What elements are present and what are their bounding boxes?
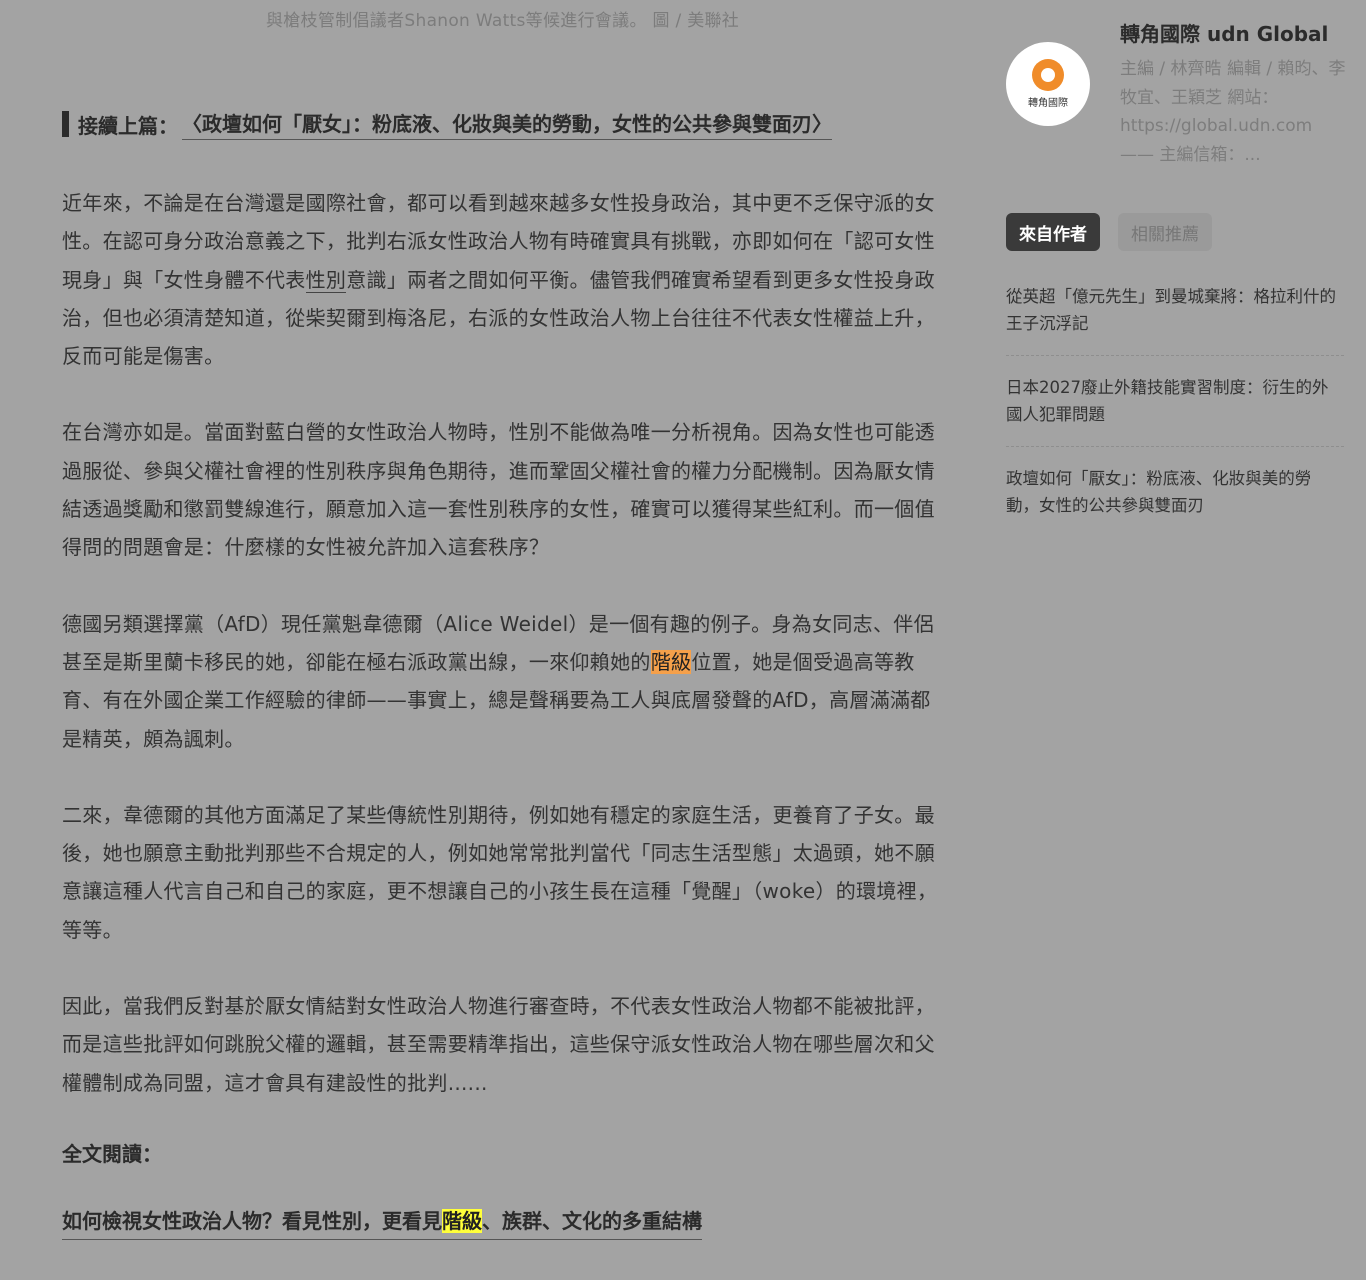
full-article-link[interactable]: 如何檢視女性政治人物？看見性別，更看見階級、族群、文化的多重結構: [62, 1206, 702, 1240]
author-card: 轉角國際 轉角國際 udn Global 主編 / 林齊晧 編輯 / 賴昀、李牧…: [1006, 14, 1346, 169]
author-name[interactable]: 轉角國際 udn Global: [1120, 18, 1346, 47]
list-item[interactable]: 日本2027廢止外籍技能實習制度：衍生的外國人犯罪問題: [1006, 356, 1344, 447]
highlighted-keyword-link: 階級: [442, 1208, 482, 1233]
gender-link[interactable]: 性別: [305, 267, 347, 293]
author-info: 轉角國際 udn Global 主編 / 林齊晧 編輯 / 賴昀、李牧宜、王穎芝…: [1120, 14, 1346, 169]
author-description: 主編 / 林齊晧 編輯 / 賴昀、李牧宜、王穎芝 網站：https://glob…: [1120, 59, 1346, 165]
read-full-label: 全文閱讀：: [62, 1141, 162, 1166]
list-item[interactable]: 政壇如何「厭女」：粉底液、化妝與美的勞動，女性的公共參與雙面刃: [1006, 447, 1344, 537]
paragraph-2: 在台灣亦如是。當面對藍白營的女性政治人物時，性別不能做為唯一分析視角。因為女性也…: [62, 420, 935, 560]
section-bar-icon: [62, 111, 69, 137]
previous-article-link[interactable]: 〈政壇如何「厭女」：粉底液、化妝與美的勞動，女性的公共參與雙面刃〉: [182, 108, 832, 140]
previous-article-line: 接續上篇： 〈政壇如何「厭女」：粉底液、化妝與美的勞動，女性的公共參與雙面刃〉: [62, 108, 938, 140]
image-caption: 與槍枝管制倡議者Shanon Watts等候進行會議。 圖 / 美聯社: [266, 11, 740, 31]
list-item[interactable]: 從英超「億元先生」到曼城棄將：格拉利什的王子沉浮記: [1006, 265, 1344, 356]
tab-from-author[interactable]: 來自作者: [1006, 213, 1100, 251]
article-body: 接續上篇： 〈政壇如何「厭女」：粉底液、化妝與美的勞動，女性的公共參與雙面刃〉 …: [62, 108, 938, 1240]
tab-related[interactable]: 相關推薦: [1118, 213, 1212, 251]
related-list: 從英超「億元先生」到曼城棄將：格拉利什的王子沉浮記 日本2027廢止外籍技能實習…: [1006, 265, 1344, 537]
logo-icon: [1032, 59, 1064, 91]
full-link-text: 如何檢視女性政治人物？看見性別，更看見: [62, 1208, 442, 1233]
paragraph-5: 因此，當我們反對基於厭女情結對女性政治人物進行審查時，不代表女性政治人物都不能被…: [62, 994, 935, 1095]
paragraph-1: 近年來，不論是在台灣還是國際社會，都可以看到越來越多女性投身政治，其中更不乏保守…: [62, 184, 938, 375]
sidebar: 轉角國際 轉角國際 udn Global 主編 / 林齊晧 編輯 / 賴昀、李牧…: [1006, 14, 1346, 537]
avatar-label: 轉角國際: [1028, 98, 1068, 109]
previous-article-prefix: 接續上篇：: [78, 113, 178, 138]
paragraph-4: 二來，韋德爾的其他方面滿足了某些傳統性別期待，例如她有穩定的家庭生活，更養育了子…: [62, 802, 938, 942]
sidebar-tabs: 來自作者 相關推薦: [1006, 213, 1346, 251]
avatar[interactable]: 轉角國際: [1006, 42, 1090, 126]
highlighted-keyword: 階級: [650, 649, 692, 674]
paragraph-3: 德國另類選擇黨（AfD）現任黨魁韋德爾（Alice Weidel）是一個有趣的例…: [62, 605, 938, 758]
full-link-text-end: 、族群、文化的多重結構: [482, 1208, 702, 1233]
